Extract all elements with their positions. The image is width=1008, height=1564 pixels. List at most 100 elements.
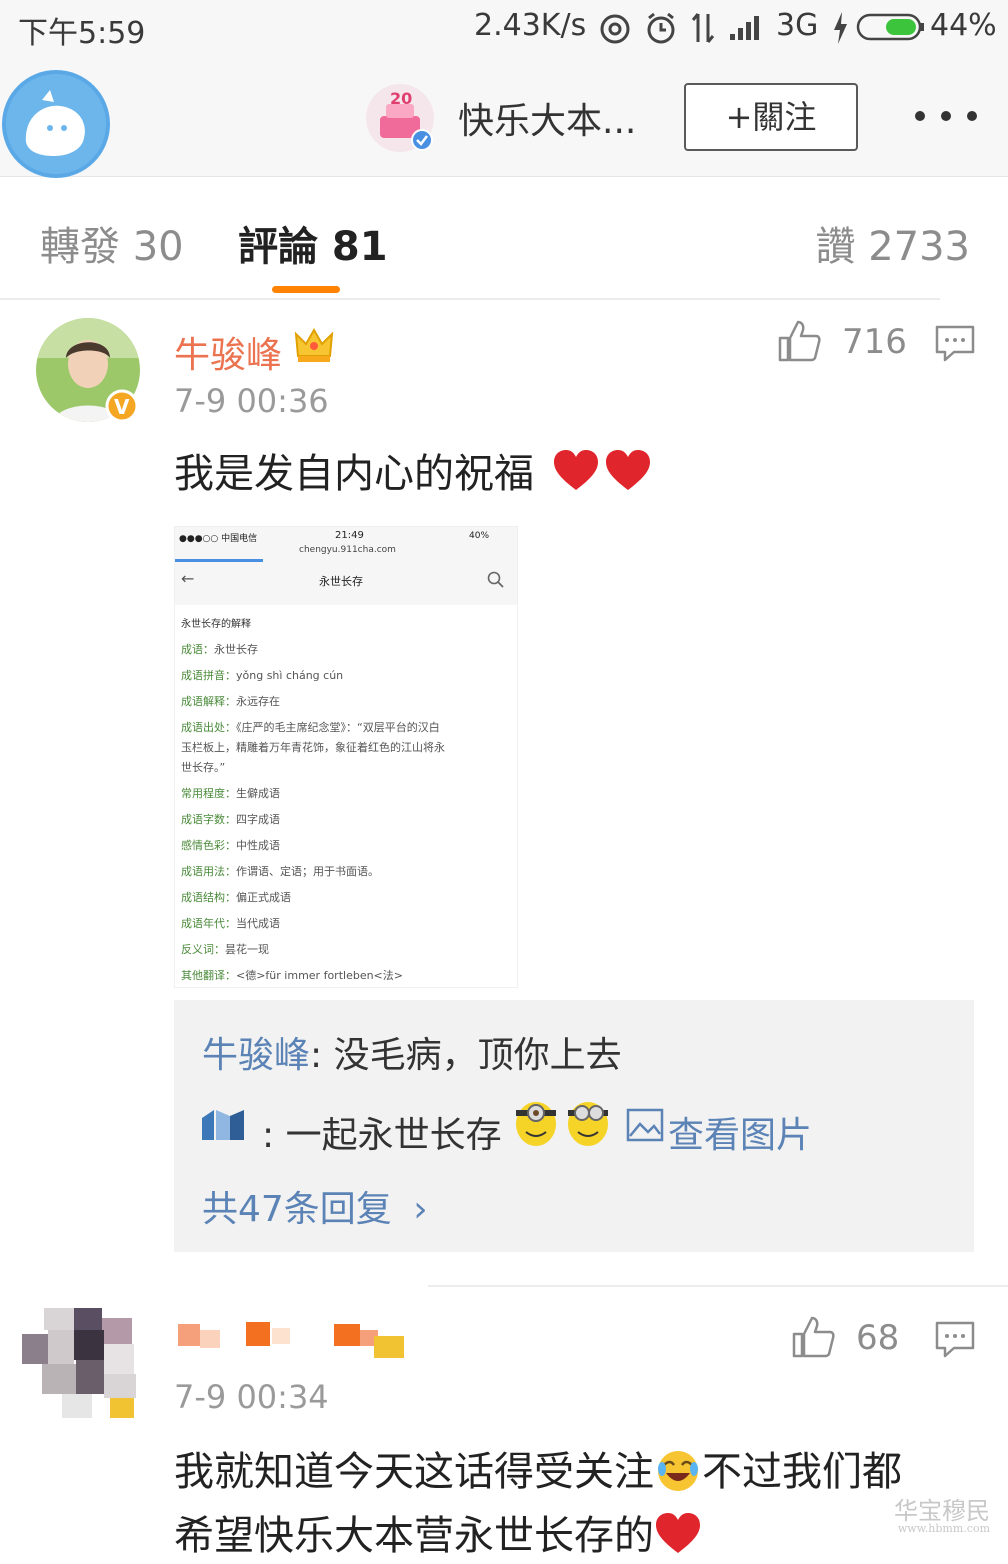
image-row-value: 四字成语 — [236, 813, 280, 826]
active-tab-indicator — [272, 286, 340, 293]
image-page-title: 永世长存 — [319, 575, 363, 588]
reply-username[interactable]: 牛骏峰 — [202, 1035, 310, 1076]
view-image-link[interactable]: 查看图片 — [668, 1106, 812, 1158]
image-row-key: 成语解释： — [181, 695, 236, 708]
image-row-key: 成语用法： — [181, 865, 236, 878]
comment-text-part: 不过我们都 — [702, 1449, 902, 1495]
minion-emoji-icon — [516, 1102, 608, 1146]
reply-1[interactable]: 牛骏峰: 没毛病，顶你上去 — [202, 1026, 622, 1078]
image-search-icon — [487, 571, 504, 588]
image-row: 成语解释：永远存在 — [181, 693, 280, 709]
like-count: 68 — [856, 1318, 900, 1358]
comment-image[interactable]: ●●●○○ 中国电信 21:49 40% chengyu.911cha.com … — [174, 526, 518, 988]
signal-icon — [730, 16, 759, 40]
image-row: 反义词：昙花一现 — [181, 941, 269, 957]
image-section-title: 永世长存的解释 — [181, 619, 251, 630]
battery-percent: 44% — [930, 8, 997, 43]
image-icon[interactable] — [626, 1108, 664, 1142]
comment-username-blurred[interactable] — [174, 1320, 414, 1364]
laughing-emoji-icon — [658, 1451, 698, 1491]
chevron-right-icon: › — [413, 1189, 428, 1230]
more-replies-link[interactable]: 共47条回复 › — [202, 1180, 428, 1232]
comment-username[interactable]: 牛骏峰 — [174, 326, 282, 378]
image-row-value: 《庄严的毛主席纪念堂》：“双层平台的汉白 — [236, 721, 440, 734]
reply-icon[interactable] — [934, 324, 976, 362]
comment-text-part: 希望快乐大本营永世长存的 — [174, 1513, 654, 1559]
tab-reposts[interactable]: 轉發 30 — [40, 214, 184, 272]
hotspot-icon — [600, 14, 630, 44]
image-row: 其他翻译：<德>für immer fortleben<法> — [181, 967, 403, 983]
reply-separator: : — [310, 1035, 323, 1076]
page-title: 快乐大本... — [458, 101, 637, 142]
watermark-text: 华宝穆民 — [894, 1497, 990, 1525]
image-row-value: 作谓语、定语；用于书面语。 — [236, 865, 379, 878]
image-row: 成语年代：当代成语 — [181, 915, 280, 931]
image-row: 感情色彩：中性成语 — [181, 837, 280, 853]
follow-button[interactable]: +關注 — [684, 83, 858, 151]
image-row: 成语结构：偏正式成语 — [181, 889, 291, 905]
svg-text:20: 20 — [390, 89, 412, 108]
comment-timestamp: 7-9 00:34 — [174, 1378, 329, 1416]
image-url: chengyu.911cha.com — [299, 545, 396, 555]
comment-text-part: 我就知道今天这话得受关注 — [174, 1449, 654, 1495]
image-row: 玉栏板上，精雕着万年青花饰，象征着红色的江山将永 — [181, 739, 445, 755]
reply-user-avatar — [202, 1110, 244, 1140]
data-transfer-icon — [691, 13, 715, 43]
comment-text-line2: 希望快乐大本营永世长存的 — [174, 1508, 704, 1564]
reply-icon[interactable] — [934, 1320, 976, 1358]
more-replies-label: 共47条回复 — [202, 1189, 392, 1230]
image-row-value: 中性成语 — [236, 839, 280, 852]
account-avatar[interactable]: 20 — [364, 82, 436, 154]
image-row-key: 成语： — [181, 643, 214, 656]
image-row-value: yǒng shì cháng cún — [236, 669, 344, 682]
image-row-key: 成语结构： — [181, 891, 236, 904]
image-back-icon: ← — [181, 569, 195, 588]
network-speed: 2.43K/s — [474, 8, 587, 43]
back-home-icon[interactable] — [2, 70, 110, 178]
image-row-value: 生僻成语 — [236, 787, 280, 800]
image-row-key: 反义词： — [181, 943, 225, 956]
image-row-key: 常用程度： — [181, 787, 236, 800]
image-row-value: 世长存。” — [181, 761, 226, 774]
image-row-value: 当代成语 — [236, 917, 280, 930]
more-options-icon[interactable] — [908, 104, 984, 128]
reply-text: 没毛病，顶你上去 — [333, 1035, 622, 1076]
image-row-key: 成语出处： — [181, 721, 236, 734]
reply-separator: : — [262, 1115, 275, 1156]
crown-badge-icon — [294, 327, 334, 362]
image-row: 成语拼音：yǒng shì cháng cún — [181, 667, 343, 683]
reply-2[interactable]: : 一起永世长存 — [262, 1106, 502, 1158]
commenter-avatar[interactable] — [22, 1308, 138, 1420]
image-carrier: ●●●○○ 中国电信 — [179, 534, 258, 544]
tab-comments[interactable]: 評論 81 — [238, 214, 388, 272]
commenter-avatar[interactable]: V — [34, 318, 146, 428]
image-row: 成语字数：四字成语 — [181, 811, 280, 827]
divider — [428, 1285, 1008, 1287]
comment-timestamp: 7-9 00:36 — [174, 382, 329, 420]
image-row-key: 成语拼音： — [181, 669, 236, 682]
reply-text: 一起永世长存 — [285, 1115, 502, 1156]
tab-likes[interactable]: 讚 2733 — [815, 214, 970, 272]
image-row-value: 昙花一现 — [225, 943, 269, 956]
watermark: 华宝穆民 www.hbmm.com — [894, 1497, 990, 1538]
comment-text: 我就知道今天这话得受关注 不过我们都 — [174, 1444, 902, 1500]
image-row: 成语出处：《庄严的毛主席纪念堂》：“双层平台的汉白 — [181, 719, 440, 735]
like-icon[interactable] — [776, 318, 822, 364]
image-row: 成语用法：作谓语、定语；用于书面语。 — [181, 863, 379, 879]
image-row: 常用程度：生僻成语 — [181, 785, 280, 801]
image-time: 21:49 — [335, 530, 364, 541]
battery-icon — [856, 13, 924, 41]
image-row-value: 永世长存 — [214, 643, 258, 656]
like-count: 716 — [842, 322, 907, 362]
image-row-key: 感情色彩： — [181, 839, 236, 852]
alarm-icon — [647, 12, 675, 44]
image-battery: 40% — [469, 531, 490, 541]
charging-icon — [834, 12, 847, 44]
network-type: 3G — [776, 8, 819, 43]
image-row-value: 偏正式成语 — [236, 891, 291, 904]
image-row: 成语：永世长存 — [181, 641, 258, 657]
like-icon[interactable] — [790, 1314, 836, 1360]
image-progress — [175, 559, 263, 562]
image-row: 世长存。” — [181, 759, 225, 775]
image-row-key: 其他翻译： — [181, 969, 236, 982]
